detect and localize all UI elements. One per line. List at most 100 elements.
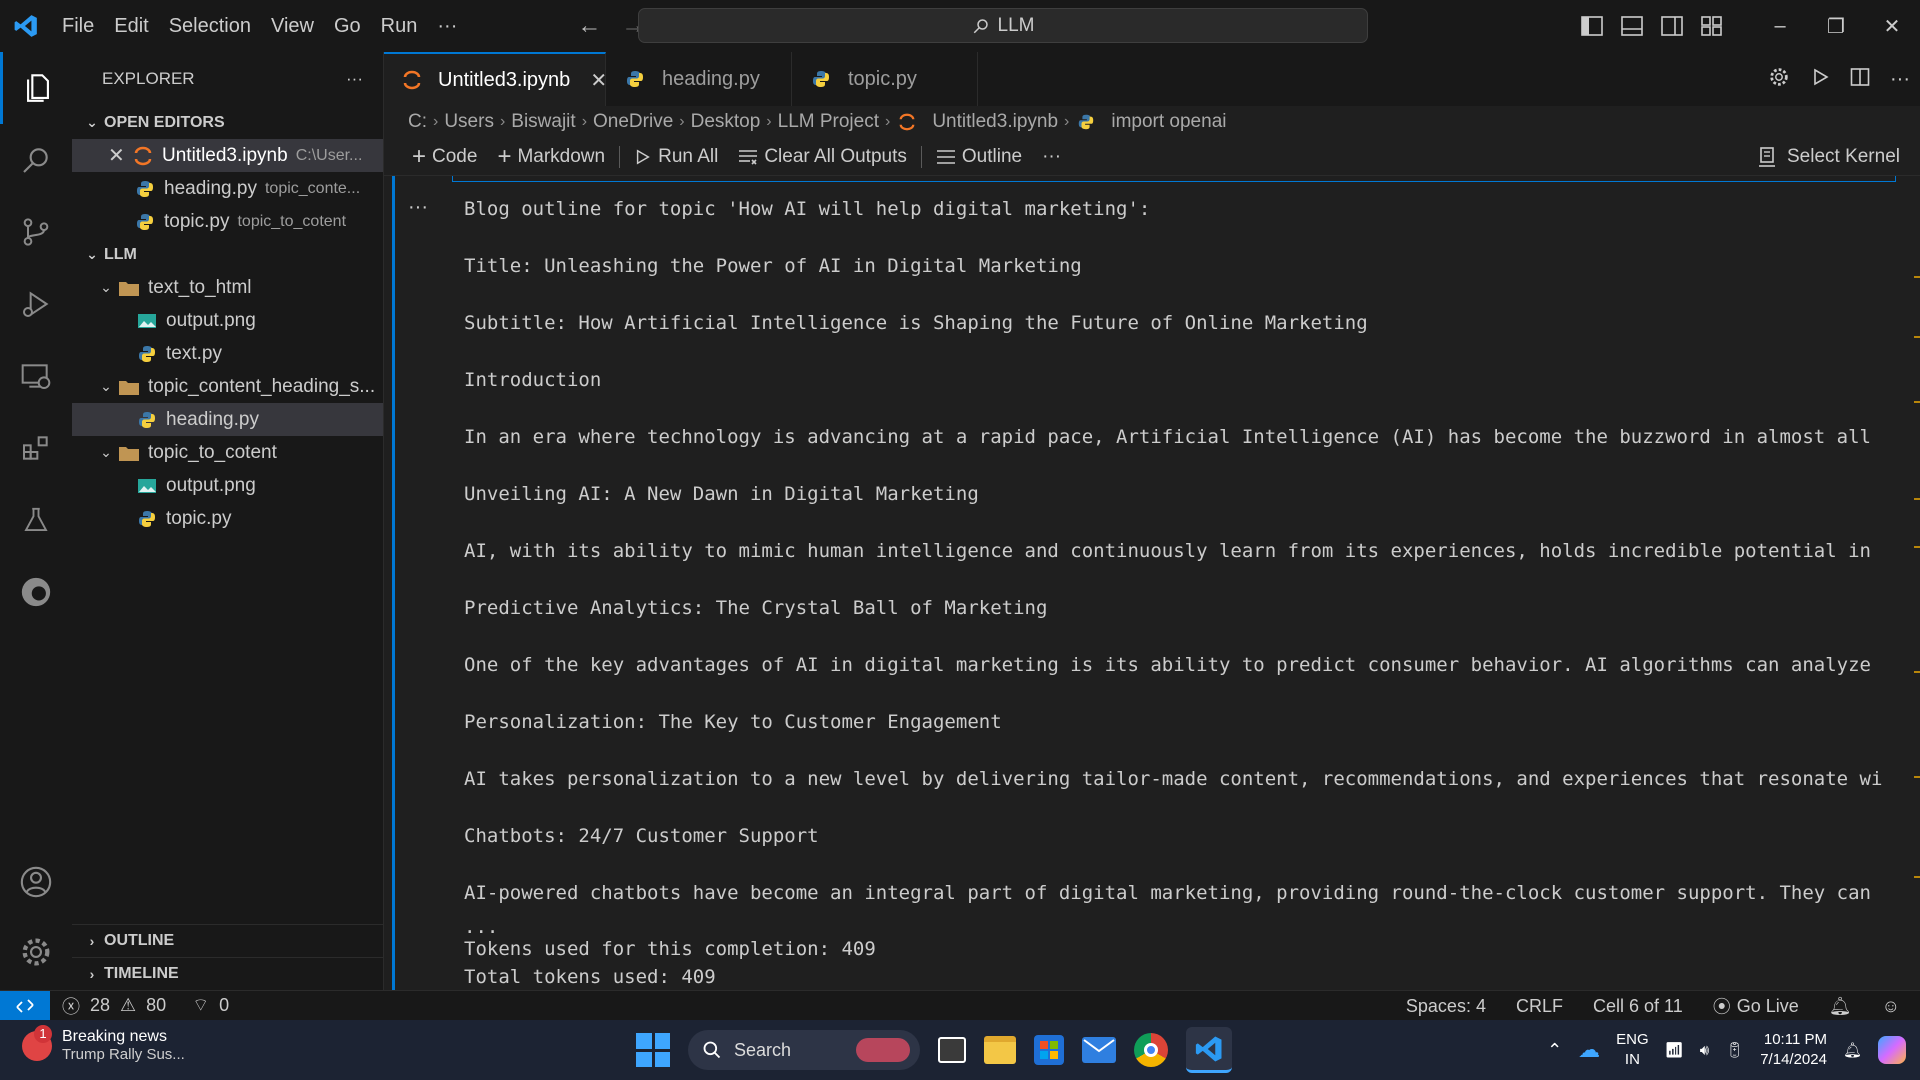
ports-count[interactable]: 0 [219,995,229,1016]
copilot-icon[interactable]: ☺ [1882,996,1900,1017]
tab-topic[interactable]: topic.py [792,52,978,106]
file-explorer-icon[interactable] [984,1036,1016,1064]
breadcrumb-item[interactable]: Desktop [691,111,761,133]
settings-gear-icon[interactable] [0,916,72,988]
minimize-button[interactable]: – [1752,0,1808,52]
source-control-icon[interactable] [0,196,72,268]
warnings-icon[interactable]: ⚠ [120,995,136,1016]
restore-button[interactable]: ❐ [1808,0,1864,52]
breadcrumb-item[interactable]: import openai [1111,111,1226,133]
clear-all-outputs-button[interactable]: Clear All Outputs [728,138,917,176]
run-all-button[interactable]: Run All [624,138,728,176]
tree-folder[interactable]: ⌄ text_to_html [72,271,383,304]
tree-folder[interactable]: ⌄ topic_to_cotent [72,436,383,469]
vscode-taskbar-icon[interactable] [1186,1027,1232,1073]
folder-section-llm[interactable]: ⌄ LLM [72,238,383,271]
command-center-search[interactable]: LLM [638,8,1368,43]
outline-section[interactable]: › OUTLINE [72,924,383,957]
notification-bell-icon[interactable]: 🔔︎ [1843,1041,1862,1059]
menu-view[interactable]: View [261,0,324,52]
toggle-secondary-sidebar-icon[interactable] [1652,16,1692,36]
accounts-icon[interactable] [0,846,72,918]
language-indicator[interactable]: ENG IN [1616,1030,1649,1070]
cell-output-more-icon[interactable]: ··· [408,196,428,219]
back-arrow-icon[interactable]: ← [577,12,601,40]
errors-icon[interactable]: ⓧ [62,993,80,1019]
breadcrumb-item[interactable]: OneDrive [593,111,673,133]
tree-file[interactable]: heading.py [72,403,383,436]
outline-button[interactable]: Outline [926,138,1032,176]
more-actions-icon[interactable]: ··· [1890,68,1910,91]
split-editor-icon[interactable] [1850,67,1870,92]
battery-icon[interactable]: 🔋︎ [1725,1041,1744,1059]
tree-file[interactable]: text.py [72,337,383,370]
tree-folder[interactable]: ⌄ topic_content_heading_s... [72,370,383,403]
explorer-icon[interactable] [0,52,72,124]
run-debug-icon[interactable] [0,268,72,340]
toolbar-more-button[interactable]: ··· [1032,138,1071,176]
close-editor-icon[interactable]: ✕ [108,143,132,168]
open-editors-section[interactable]: ⌄ OPEN EDITORS [72,106,383,139]
notebook-settings-gear-icon[interactable] [1768,66,1790,93]
remote-explorer-icon[interactable] [0,340,72,412]
go-live-button[interactable]: ⦿ Go Live [1713,993,1799,1019]
menu-more[interactable]: ··· [427,0,467,52]
breadcrumb-item[interactable]: LLM Project [778,111,879,133]
open-editor-item[interactable]: heading.py topic_conte... [72,172,383,205]
run-play-icon[interactable] [1810,67,1830,92]
chrome-icon[interactable] [1134,1033,1168,1067]
clock[interactable]: 10:11 PM 7/14/2024 [1760,1030,1827,1070]
tree-file[interactable]: topic.py [72,502,383,535]
remote-indicator-icon[interactable] [0,990,50,1021]
add-markdown-cell-button[interactable]: + Markdown [487,138,615,176]
taskbar-search-box[interactable]: Search [688,1030,920,1070]
ports-icon[interactable]: ⌔ [192,994,209,1017]
mail-icon[interactable] [1082,1037,1116,1063]
errors-count[interactable]: 28 [90,995,110,1016]
tab-heading[interactable]: heading.py [606,52,792,106]
explorer-more-icon[interactable]: ··· [346,69,363,89]
search-icon[interactable] [0,124,72,196]
toggle-primary-sidebar-icon[interactable] [1572,16,1612,36]
extensions-icon[interactable] [0,412,72,484]
eol-status[interactable]: CRLF [1516,996,1563,1017]
cell-position-status[interactable]: Cell 6 of 11 [1593,996,1683,1017]
menu-edit[interactable]: Edit [104,0,158,52]
indentation-status[interactable]: Spaces: 4 [1406,996,1486,1017]
copilot-taskbar-icon[interactable] [1878,1036,1906,1064]
close-window-button[interactable]: ✕ [1864,0,1920,52]
menu-go[interactable]: Go [324,0,371,52]
add-code-cell-button[interactable]: + Code [402,138,487,176]
open-editor-item[interactable]: topic.py topic_to_cotent [72,205,383,238]
menu-selection[interactable]: Selection [159,0,261,52]
menu-file[interactable]: File [52,0,104,52]
edge-devtools-icon[interactable] [0,556,72,628]
task-view-icon[interactable] [938,1037,966,1063]
notifications-bell-icon[interactable]: 🔔︎ [1829,996,1852,1017]
tab-untitled3[interactable]: Untitled3.ipynb ✕ [384,52,607,106]
testing-flask-icon[interactable] [0,484,72,556]
open-editor-item[interactable]: ✕ Untitled3.ipynb C:\User... [72,139,383,172]
volume-icon[interactable]: 🔊︎ [1700,1042,1709,1059]
menu-run[interactable]: Run [371,0,428,52]
onedrive-cloud-icon[interactable]: ☁ [1578,1037,1600,1063]
microsoft-store-icon[interactable] [1034,1035,1064,1065]
tree-file[interactable]: output.png [72,469,383,502]
breadcrumb-item[interactable]: C: [408,111,427,133]
breadcrumb-item[interactable]: Users [444,111,494,133]
news-widget[interactable]: 1 Breaking news Trump Rally Sus... [22,1024,185,1063]
customize-layout-icon[interactable] [1692,16,1732,36]
toggle-panel-icon[interactable] [1612,16,1652,36]
breadcrumb-item[interactable]: Biswajit [511,111,575,133]
select-kernel-button[interactable]: Select Kernel [1757,138,1900,176]
cell-input-editor[interactable] [452,176,1896,182]
warnings-count[interactable]: 80 [146,995,166,1016]
tree-file[interactable]: output.png [72,304,383,337]
windows-start-icon[interactable] [636,1033,670,1067]
wifi-icon[interactable]: 📶︎ [1665,1041,1684,1059]
overview-ruler[interactable] [1914,176,1920,990]
show-hidden-icons-chevron-icon[interactable]: ⌃ [1547,1040,1562,1061]
close-tab-icon[interactable]: ✕ [590,68,607,93]
breadcrumb-item[interactable]: Untitled3.ipynb [932,111,1058,133]
timeline-section[interactable]: › TIMELINE [72,957,383,990]
